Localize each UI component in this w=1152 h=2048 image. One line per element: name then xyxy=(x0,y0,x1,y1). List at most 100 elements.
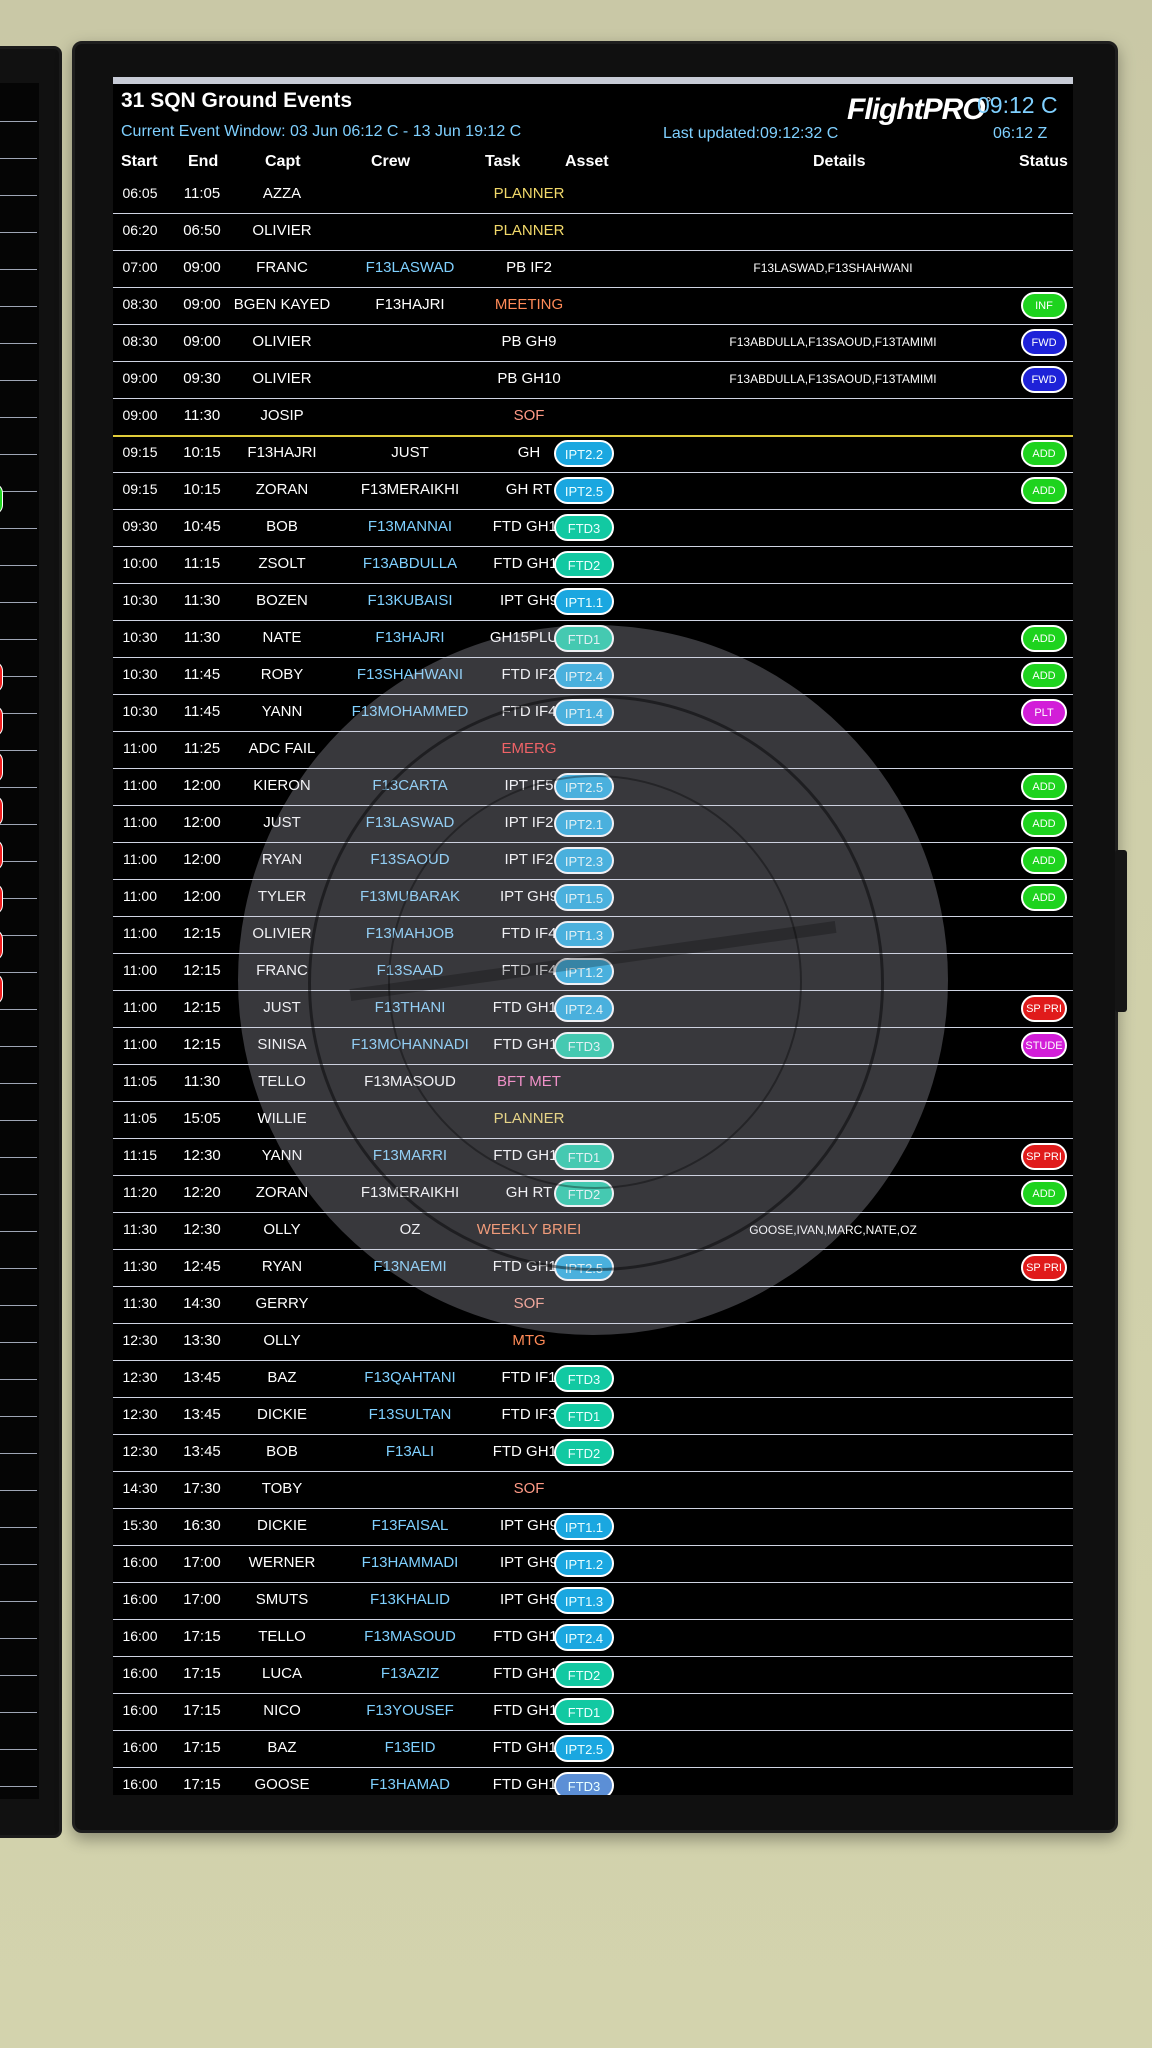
left-screen-row-divider xyxy=(0,1416,37,1417)
event-crew: F13MASOUD xyxy=(364,1073,456,1090)
event-captain: DICKIE xyxy=(256,1406,307,1423)
event-captain: BAZ xyxy=(267,1739,297,1756)
status-badge: ADD xyxy=(1021,884,1067,911)
asset-badge: IPT2.5 xyxy=(554,477,614,504)
event-start-time: 11:00 xyxy=(123,888,157,904)
event-captain: ZORAN xyxy=(255,481,309,498)
column-header-end: End xyxy=(188,153,219,170)
event-crew: F13ABDULLA xyxy=(362,555,458,572)
event-row: 11:30 12:45 RYAN F13NAEMI FTD GH12 IPT2.5 SP P… xyxy=(113,1249,1073,1287)
event-start-time: 11:00 xyxy=(123,925,157,941)
event-captain: SMUTS xyxy=(255,1591,309,1608)
column-header-start: Start xyxy=(121,153,158,170)
left-screen-row-divider xyxy=(0,269,37,270)
left-screen-row-divider xyxy=(0,1453,37,1454)
event-row: 10:00 11:15 ZSOLT F13ABDULLA FTD GH11 FTD2 xyxy=(113,546,1073,584)
event-start-time: 11:05 xyxy=(123,1073,157,1089)
event-row: 09:15 10:15 ZORAN F13MERAIKHI GH RT IPT2.5 ADD xyxy=(113,472,1073,510)
event-crew: F13HAMMADI xyxy=(361,1554,459,1571)
asset-badge: FTD2 xyxy=(554,1661,614,1688)
event-start-time: 11:00 xyxy=(123,962,157,978)
event-captain: KIERON xyxy=(253,777,311,794)
status-badge: INF xyxy=(1021,292,1067,319)
asset-badge: FTD3 xyxy=(554,1032,614,1059)
event-crew: F13MOHAMMED xyxy=(351,703,469,720)
event-end-time: 12:15 xyxy=(183,962,221,979)
local-time: 09:12 C xyxy=(977,92,1058,118)
event-end-time: 17:15 xyxy=(183,1776,221,1793)
event-end-time: 11:45 xyxy=(183,703,221,720)
event-task: PLANNER xyxy=(493,222,565,239)
event-captain: GOOSE xyxy=(254,1776,310,1793)
column-header-task: Task xyxy=(485,153,521,170)
event-start-time: 16:00 xyxy=(122,1628,158,1644)
left-screen-status-pill xyxy=(0,839,3,871)
left-screen-row-divider xyxy=(0,1342,37,1343)
left-screen-row-divider xyxy=(0,1046,37,1047)
event-row: 11:00 12:15 JUST F13THANI FTD GH12 IPT2.4 SP P… xyxy=(113,990,1073,1028)
event-details: F13ABDULLA,F13SAOUD,F13TAMIMI xyxy=(729,335,937,349)
event-task: PB GH9 xyxy=(501,333,557,350)
event-captain: TYLER xyxy=(257,888,307,905)
event-captain: YANN xyxy=(261,703,303,720)
event-row: 16:00 17:15 LUCA F13AZIZ FTD GH11 FTD2 xyxy=(113,1656,1073,1694)
event-captain: OLIVIER xyxy=(252,370,312,387)
event-start-time: 12:30 xyxy=(122,1332,158,1348)
event-end-time: 12:45 xyxy=(183,1258,221,1275)
event-start-time: 11:00 xyxy=(123,814,157,830)
event-row: 10:30 11:45 ROBY F13SHAHWANI FTD IF2 IPT2.4 AD… xyxy=(113,657,1073,695)
event-crew: JUST xyxy=(391,444,429,461)
event-row: 12:30 13:45 BAZ F13QAHTANI FTD IF1 FTD3 xyxy=(113,1360,1073,1398)
event-row: 16:00 17:15 GOOSE F13HAMAD FTD GH12 FTD3 xyxy=(113,1767,1073,1795)
event-row: 10:30 11:45 YANN F13MOHAMMED FTD IF4 IPT1.4 PL… xyxy=(113,694,1073,732)
left-screen-row-divider xyxy=(0,676,37,677)
event-end-time: 17:15 xyxy=(183,1702,221,1719)
event-captain: OLLY xyxy=(263,1332,301,1349)
event-end-time: 11:45 xyxy=(183,666,221,683)
event-row: 09:00 09:30 OLIVIER PB GH10 F13ABDULLA,F13SA… xyxy=(113,361,1073,399)
event-details: GOOSE,IVAN,MARC,NATE,OZ xyxy=(749,1223,917,1237)
event-captain: SINISA xyxy=(257,1036,307,1053)
event-row: 11:30 12:30 OLLY OZ WEEKLY BRIEI GOOSE,IVAN,M… xyxy=(113,1212,1073,1250)
left-screen-status-pill xyxy=(0,929,3,961)
status-badge: PLT xyxy=(1021,699,1067,726)
event-captain: GERRY xyxy=(255,1295,309,1312)
column-header-crew: Crew xyxy=(371,153,411,170)
left-screen-row-divider xyxy=(0,1009,37,1010)
asset-badge: IPT1.1 xyxy=(554,1513,614,1540)
asset-badge: IPT2.2 xyxy=(554,440,614,467)
event-end-time: 17:30 xyxy=(183,1480,221,1497)
event-end-time: 12:00 xyxy=(183,888,221,905)
left-screen-row-divider xyxy=(0,1564,37,1565)
event-end-time: 11:30 xyxy=(183,1073,221,1090)
event-captain: BOB xyxy=(266,518,298,535)
event-end-time: 12:15 xyxy=(183,925,221,942)
event-crew: F13YOUSEF xyxy=(366,1702,454,1719)
event-start-time: 10:30 xyxy=(122,629,158,645)
left-screen-row-divider xyxy=(0,1157,37,1158)
event-captain: DICKIE xyxy=(256,1517,307,1534)
event-crew: F13EID xyxy=(384,1739,436,1756)
event-end-time: 09:00 xyxy=(183,296,221,313)
event-row: 11:00 11:25 ADC FAIL EMERG xyxy=(113,731,1073,769)
event-row: 11:00 12:15 SINISA F13MOHANNADI FTD GH11 FTD3… xyxy=(113,1027,1073,1065)
event-end-time: 12:30 xyxy=(183,1147,221,1164)
asset-badge: FTD2 xyxy=(554,551,614,578)
status-badge: ADD xyxy=(1021,1180,1067,1207)
event-row: 16:00 17:15 NICO F13YOUSEF FTD GH11 FTD1 xyxy=(113,1693,1073,1731)
event-captain: AZZA xyxy=(262,185,302,202)
event-end-time: 13:45 xyxy=(183,1369,221,1386)
event-captain: OLIVIER xyxy=(252,333,312,350)
display-monitor: 31 SQN Ground Events Current Event Windo… xyxy=(72,41,1127,1833)
status-badge: ADD xyxy=(1021,440,1067,467)
flightpro-logo: FlightPRO° xyxy=(847,93,991,127)
event-captain: BGEN KAYED xyxy=(233,296,331,313)
asset-badge: FTD1 xyxy=(554,1143,614,1170)
event-captain: F13HAJRI xyxy=(247,444,317,461)
event-crew: F13FAISAL xyxy=(371,1517,449,1534)
event-task: MEETING xyxy=(494,296,564,313)
event-start-time: 11:15 xyxy=(123,1147,157,1163)
event-row: 11:00 12:00 RYAN F13SAOUD IPT IF2 IPT2.3 ADD xyxy=(113,842,1073,880)
event-start-time: 12:30 xyxy=(122,1443,158,1459)
event-crew: F13THANI xyxy=(374,999,446,1016)
